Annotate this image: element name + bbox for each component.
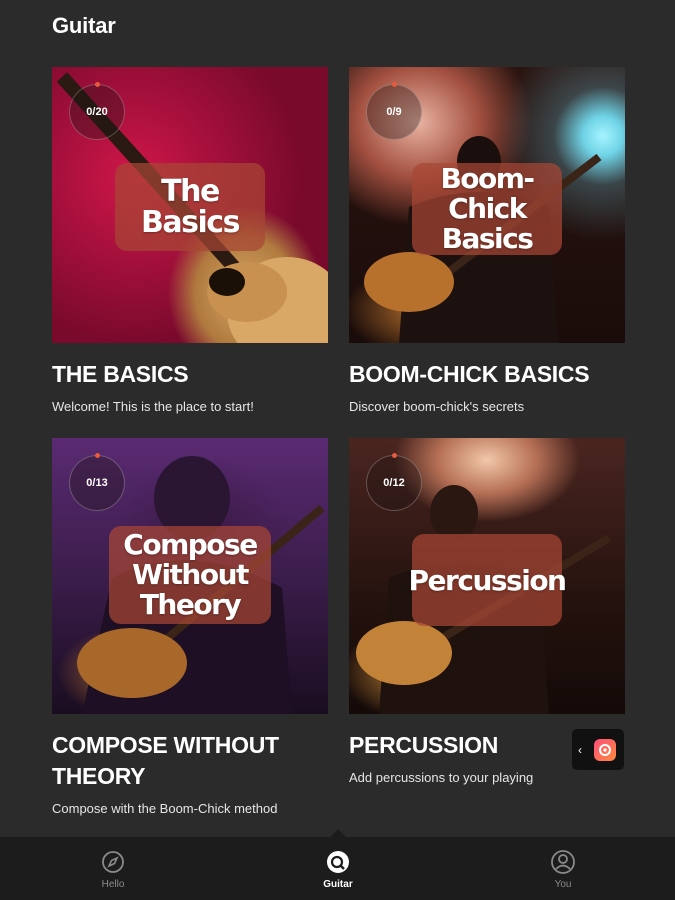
- nav-label: Hello: [101, 879, 125, 890]
- guitar-icon: [325, 849, 351, 875]
- bottom-nav: Hello Guitar You: [0, 829, 675, 900]
- nav-indicator: [330, 829, 346, 837]
- progress-ring: 0/13: [69, 453, 125, 511]
- card-description: Add percussions to your playing: [349, 770, 534, 785]
- progress-ring: 0/20: [69, 82, 125, 140]
- course-card-compose-without-theory[interactable]: 0/13 Compose Without Theory COMPOSE WITH…: [52, 438, 328, 816]
- nav-item-guitar[interactable]: Guitar: [298, 849, 378, 890]
- progress-ring: 0/12: [366, 453, 422, 511]
- course-image[interactable]: 0/9 Boom-Chick Basics: [349, 67, 625, 343]
- nav-label: Guitar: [323, 879, 353, 890]
- course-image[interactable]: 0/13 Compose Without Theory: [52, 438, 328, 714]
- card-description: Welcome! This is the place to start!: [52, 399, 254, 414]
- chevron-left-icon[interactable]: ‹: [578, 743, 594, 757]
- course-card-the-basics[interactable]: 0/20 The Basics THE BASICS Welcome! This…: [52, 67, 328, 414]
- image-title-box: Compose Without Theory: [109, 526, 271, 624]
- card-title[interactable]: THE BASICS: [52, 359, 328, 390]
- nav-item-hello[interactable]: Hello: [73, 849, 153, 890]
- course-image[interactable]: 0/12 Percussion: [349, 438, 625, 714]
- card-description: Discover boom-chick's secrets: [349, 399, 525, 414]
- nav-label: You: [554, 879, 572, 890]
- app-icon[interactable]: [594, 738, 616, 761]
- card-title[interactable]: COMPOSE WITHOUT THEORY: [52, 730, 328, 792]
- course-image[interactable]: 0/20 The Basics: [52, 67, 328, 343]
- nav-item-you[interactable]: You: [523, 849, 603, 890]
- progress-ring: 0/9: [366, 82, 422, 140]
- image-title-box: Boom-Chick Basics: [412, 163, 562, 255]
- card-title[interactable]: BOOM-CHICK BASICS: [349, 359, 625, 390]
- floating-widget[interactable]: ‹: [572, 729, 624, 770]
- compass-icon: [100, 849, 126, 875]
- card-description: Compose with the Boom-Chick method: [52, 801, 278, 816]
- image-title-box: Percussion: [409, 534, 567, 626]
- user-icon: [550, 849, 576, 875]
- course-card-boom-chick-basics[interactable]: 0/9 Boom-Chick Basics BOOM-CHICK BASICS …: [349, 67, 625, 414]
- page-title: Guitar: [52, 13, 116, 38]
- image-title-box: The Basics: [115, 163, 265, 251]
